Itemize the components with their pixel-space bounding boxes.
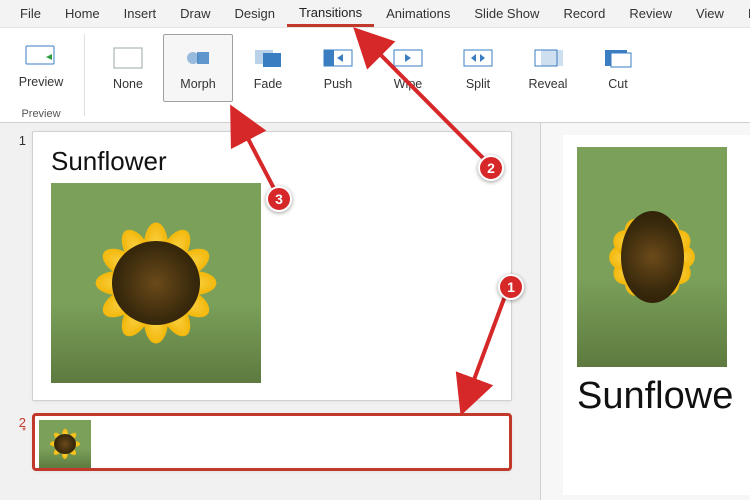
preview-icon xyxy=(24,39,58,73)
transition-split-label: Split xyxy=(466,77,490,91)
ribbon-separator xyxy=(84,34,85,116)
preview-button[interactable]: Preview xyxy=(6,32,76,100)
slide-thumb-2-transition-marker: * xyxy=(8,426,26,437)
morph-icon xyxy=(181,41,215,75)
slide-1-title: Sunflower xyxy=(51,146,493,177)
slide-thumb-2[interactable] xyxy=(32,413,512,471)
slide-thumb-1-number: 1 xyxy=(8,131,26,401)
tab-review[interactable]: Review xyxy=(617,2,684,25)
slide-1-image xyxy=(51,183,261,383)
transition-cut[interactable]: Cut xyxy=(583,34,653,102)
ribbon-group-transitions: None Morph Fade Push Wipe Split Reveal xyxy=(87,28,659,122)
ribbon: Preview Preview None Morph Fade Push Wip… xyxy=(0,28,750,123)
tab-record[interactable]: Record xyxy=(551,2,617,25)
tab-transitions[interactable]: Transitions xyxy=(287,1,374,27)
transition-morph[interactable]: Morph xyxy=(163,34,233,102)
main-slide-image xyxy=(577,147,727,367)
preview-label: Preview xyxy=(19,75,63,89)
annotation-badge-2: 2 xyxy=(478,155,504,181)
transition-none-label: None xyxy=(113,77,143,91)
slide-thumb-1-row: 1 Sunflower xyxy=(8,131,532,401)
transition-reveal-label: Reveal xyxy=(529,77,568,91)
annotation-badge-3: 3 xyxy=(266,186,292,212)
transition-none[interactable]: None xyxy=(93,34,163,102)
transition-fade-label: Fade xyxy=(254,77,283,91)
tab-draw[interactable]: Draw xyxy=(168,2,222,25)
annotation-badge-1: 1 xyxy=(498,274,524,300)
transition-wipe-label: Wipe xyxy=(394,77,422,91)
sunflower-graphic-main xyxy=(577,147,727,367)
menubar: File Home Insert Draw Design Transitions… xyxy=(0,0,750,28)
push-icon xyxy=(321,41,355,75)
tab-slide-show[interactable]: Slide Show xyxy=(462,2,551,25)
group-label-preview: Preview xyxy=(21,108,60,120)
transition-fade[interactable]: Fade xyxy=(233,34,303,102)
slide-2-image xyxy=(39,420,91,468)
wipe-icon xyxy=(391,41,425,75)
split-icon xyxy=(461,41,495,75)
slide-thumbnails-panel: 1 Sunflower xyxy=(0,123,540,500)
transition-wipe[interactable]: Wipe xyxy=(373,34,443,102)
slide-thumb-2-row: 2 * xyxy=(8,413,532,471)
tab-design[interactable]: Design xyxy=(223,2,287,25)
sunflower-graphic xyxy=(51,183,261,383)
tab-file[interactable]: File xyxy=(8,2,53,25)
transition-morph-label: Morph xyxy=(180,77,215,91)
workspace: 1 Sunflower xyxy=(0,123,750,500)
main-slide-panel: Sunflowe xyxy=(540,123,750,500)
tab-home[interactable]: Home xyxy=(53,2,112,25)
tab-developer[interactable]: Develo xyxy=(736,2,750,25)
none-icon xyxy=(111,41,145,75)
slide-thumb-1[interactable]: Sunflower xyxy=(32,131,512,401)
transition-reveal[interactable]: Reveal xyxy=(513,34,583,102)
main-slide[interactable]: Sunflowe xyxy=(563,135,750,495)
transition-split[interactable]: Split xyxy=(443,34,513,102)
tab-view[interactable]: View xyxy=(684,2,736,25)
main-slide-title: Sunflowe xyxy=(577,375,750,418)
tab-animations[interactable]: Animations xyxy=(374,2,462,25)
transition-push[interactable]: Push xyxy=(303,34,373,102)
ribbon-group-preview: Preview Preview xyxy=(0,28,82,122)
reveal-icon xyxy=(531,41,565,75)
transition-cut-label: Cut xyxy=(608,77,627,91)
sunflower-graphic-small xyxy=(39,420,91,468)
cut-icon xyxy=(601,41,635,75)
fade-icon xyxy=(251,41,285,75)
tab-insert[interactable]: Insert xyxy=(112,2,169,25)
transition-push-label: Push xyxy=(324,77,353,91)
